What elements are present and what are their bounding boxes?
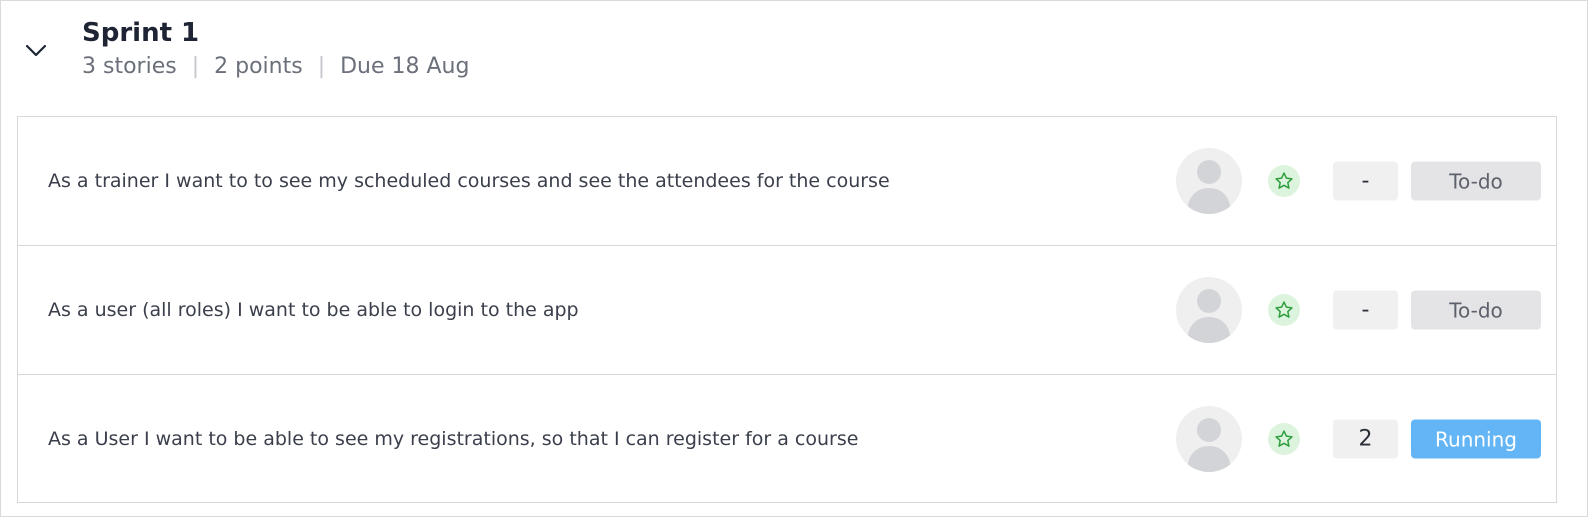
meta-separator: | (191, 54, 200, 79)
story-points[interactable]: 2 (1333, 419, 1398, 459)
star-icon[interactable] (1268, 165, 1300, 197)
story-title: As a trainer I want to to see my schedul… (48, 170, 890, 192)
sprint-meta: 3 stories | 2 points | Due 18 Aug (82, 51, 469, 83)
status-badge[interactable]: To-do (1411, 161, 1541, 201)
story-title: As a user (all roles) I want to be able … (48, 299, 579, 321)
story-points[interactable]: - (1333, 290, 1398, 330)
story-row[interactable]: As a User I want to be able to see my re… (18, 374, 1556, 503)
stories-count: 3 stories (82, 54, 177, 79)
user-avatar-icon[interactable] (1176, 148, 1242, 214)
star-icon[interactable] (1268, 294, 1300, 326)
user-avatar-icon[interactable] (1176, 406, 1242, 472)
star-icon[interactable] (1268, 423, 1300, 455)
sprint-card: Sprint 1 3 stories | 2 points | Due 18 Aug A… (0, 0, 1588, 517)
story-points[interactable]: - (1333, 161, 1398, 201)
sprint-title: Sprint 1 (82, 18, 200, 48)
chevron-down-icon[interactable] (24, 39, 48, 63)
points-total: 2 points (214, 54, 303, 79)
due-date: Due 18 Aug (340, 54, 470, 79)
meta-separator: | (317, 54, 326, 79)
story-row[interactable]: As a user (all roles) I want to be able … (18, 245, 1556, 374)
status-badge[interactable]: To-do (1411, 290, 1541, 330)
story-list: As a trainer I want to to see my schedul… (17, 116, 1557, 503)
story-title: As a User I want to be able to see my re… (48, 428, 859, 450)
story-row[interactable]: As a trainer I want to to see my schedul… (18, 117, 1556, 245)
user-avatar-icon[interactable] (1176, 277, 1242, 343)
status-badge[interactable]: Running (1411, 419, 1541, 459)
